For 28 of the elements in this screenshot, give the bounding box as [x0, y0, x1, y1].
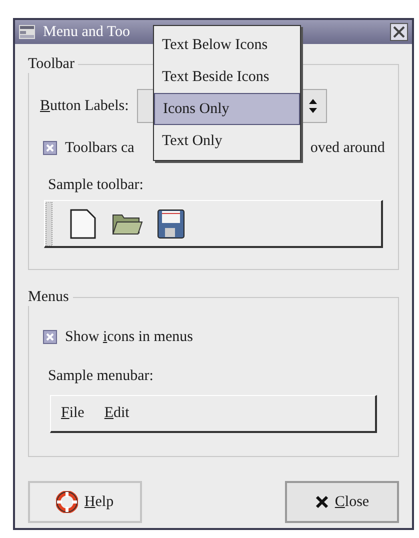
- dropdown-option[interactable]: Text Only: [154, 125, 300, 157]
- checkbox-label: Show icons in menus: [65, 328, 193, 347]
- checkbox[interactable]: [43, 141, 57, 156]
- checkbox-label: Toolbars ca: [65, 139, 134, 158]
- dropdown-option[interactable]: Text Beside Icons: [154, 61, 300, 93]
- window-icon: [19, 25, 35, 39]
- checkbox[interactable]: [43, 330, 57, 344]
- menu-item[interactable]: File: [61, 402, 84, 425]
- menu-item[interactable]: Edit: [104, 402, 130, 425]
- check-mark-icon: [46, 333, 54, 342]
- window-title: Menu and Too: [43, 22, 130, 42]
- field-label: Button Labels:: [40, 96, 129, 116]
- drag-handle-icon[interactable]: [45, 202, 55, 246]
- section-title: Toolbar: [28, 55, 78, 73]
- sample-toolbar-label: Sample toolbar:: [48, 176, 144, 194]
- section-title: Menus: [28, 288, 73, 306]
- life-buoy-icon: [56, 491, 78, 513]
- new-document-icon[interactable]: [69, 208, 97, 240]
- close-icon: [314, 495, 329, 509]
- help-button[interactable]: Help: [28, 481, 142, 523]
- sample-menubar-label: Sample menubar:: [48, 366, 154, 386]
- close-button[interactable]: Close: [285, 481, 399, 523]
- check-mark-icon: [46, 144, 54, 152]
- dropdown-option[interactable]: Icons Only: [154, 93, 300, 125]
- dropdown-option[interactable]: Text Below Icons: [154, 29, 300, 61]
- close-icon[interactable]: [390, 23, 408, 41]
- checkbox-label: oved around: [310, 139, 385, 158]
- up-down-arrows-icon: [308, 98, 318, 114]
